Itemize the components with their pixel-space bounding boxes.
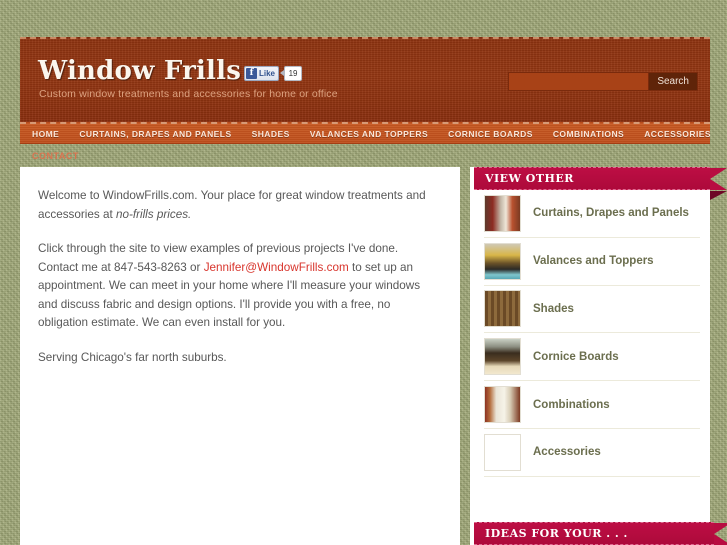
- sidebar-item-valances[interactable]: Valances and Toppers: [484, 238, 700, 286]
- sidebar-item-cornice-boards[interactable]: Cornice Boards: [484, 333, 700, 382]
- sidebar: VIEW OTHER Curtains, Drapes and Panels V…: [470, 167, 727, 545]
- cornice-thumbnail-icon: [484, 338, 521, 376]
- service-area-paragraph: Serving Chicago's far north suburbs.: [38, 350, 227, 364]
- facebook-like-count-bubble: 19: [280, 65, 303, 81]
- combinations-thumbnail-icon: [484, 386, 521, 424]
- search-box[interactable]: Search: [508, 72, 698, 91]
- search-input[interactable]: [509, 73, 649, 90]
- sidebar-item-label: Valances and Toppers: [533, 255, 654, 268]
- sidebar-view-other-header: VIEW OTHER: [474, 167, 727, 200]
- main-content: Welcome to WindowFrills.com. Your place …: [20, 167, 460, 545]
- sidebar-item-label: Cornice Boards: [533, 350, 619, 363]
- facebook-like-button[interactable]: f Like: [244, 65, 280, 81]
- nav-item-home[interactable]: HOME: [32, 129, 59, 139]
- facebook-icon: f: [246, 67, 257, 79]
- valances-thumbnail-icon: [484, 242, 521, 280]
- ribbon-tail: [714, 523, 727, 545]
- sidebar-item-curtains[interactable]: Curtains, Drapes and Panels: [484, 190, 700, 238]
- search-button[interactable]: Search: [648, 73, 697, 90]
- facebook-like-widget[interactable]: f Like 19: [244, 65, 303, 81]
- subnav-item-contact[interactable]: CONTACT: [32, 151, 79, 161]
- facebook-like-label: Like: [259, 68, 276, 78]
- intro-paragraph: Welcome to WindowFrills.com. Your place …: [38, 187, 436, 224]
- nav-item-accessories[interactable]: ACCESSORIES: [644, 129, 711, 139]
- sidebar-item-label: Accessories: [533, 446, 601, 459]
- nav-item-combinations[interactable]: COMBINATIONS: [553, 129, 624, 139]
- secondary-navigation: CONTACT: [20, 144, 710, 167]
- sidebar-item-label: Shades: [533, 302, 574, 315]
- site-tagline: Custom window treatments and accessories…: [39, 88, 338, 100]
- accessories-thumbnail-icon: [484, 433, 521, 471]
- sidebar-category-list: Curtains, Drapes and Panels Valances and…: [470, 190, 710, 477]
- intro-text: Welcome to WindowFrills.com. Your place …: [38, 189, 426, 221]
- sidebar-view-other-title: VIEW OTHER: [485, 172, 574, 185]
- curtains-thumbnail-icon: [484, 194, 521, 232]
- sidebar-item-combinations[interactable]: Combinations: [484, 381, 700, 429]
- sidebar-item-label: Combinations: [533, 398, 610, 411]
- details-paragraph: Click through the site to view examples …: [38, 240, 436, 333]
- ribbon-fold: [710, 191, 727, 200]
- site-title: Window Frills: [38, 56, 242, 86]
- email-link[interactable]: Jennifer@WindowFrills.com: [204, 261, 349, 274]
- main-navigation: HOME CURTAINS, DRAPES AND PANELS SHADES …: [20, 122, 711, 144]
- nav-item-valances[interactable]: VALANCES AND TOPPERS: [310, 129, 428, 139]
- sidebar-item-shades[interactable]: Shades: [484, 286, 700, 334]
- nav-item-curtains[interactable]: CURTAINS, DRAPES AND PANELS: [79, 129, 231, 139]
- page-frame: Window Frills f Like 19 Custom window tr…: [20, 37, 727, 545]
- column-gap: [460, 167, 470, 545]
- nav-item-shades[interactable]: SHADES: [252, 129, 290, 139]
- sidebar-item-accessories[interactable]: Accessories: [484, 429, 700, 477]
- shades-thumbnail-icon: [484, 290, 521, 328]
- site-header: Window Frills f Like 19 Custom window tr…: [20, 37, 710, 122]
- body-columns: Welcome to WindowFrills.com. Your place …: [20, 167, 727, 545]
- facebook-like-count: 19: [284, 65, 303, 81]
- nav-item-cornice[interactable]: CORNICE BOARDS: [448, 129, 533, 139]
- sidebar-ideas-header: IDEAS FOR YOUR . . .: [474, 522, 727, 545]
- ribbon-tail: [710, 168, 727, 190]
- sidebar-ideas-title: IDEAS FOR YOUR . . .: [485, 527, 628, 540]
- intro-emphasis: no-frills prices.: [115, 207, 192, 221]
- sidebar-item-label: Curtains, Drapes and Panels: [533, 207, 689, 220]
